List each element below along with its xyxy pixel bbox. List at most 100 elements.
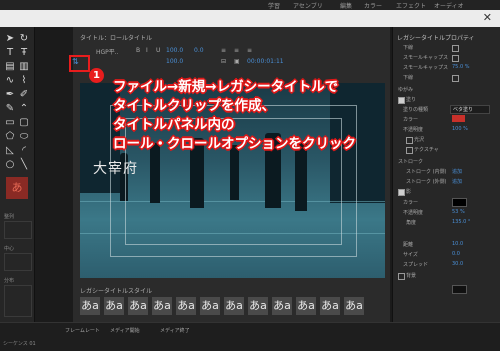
- style-sample[interactable]: あa: [296, 297, 316, 315]
- roll-crawl-options-icon[interactable]: ⇅: [72, 57, 79, 66]
- shadow-size-value[interactable]: 0.0: [452, 251, 460, 257]
- shadow-distance-value[interactable]: 10.0: [452, 241, 463, 247]
- prop-label: スモールキャップス: [403, 55, 449, 61]
- x-position-value[interactable]: 100.0: [166, 58, 183, 65]
- sequence-label: シーケンス 01: [3, 341, 36, 347]
- rectangle-tool-icon[interactable]: ▭: [4, 117, 16, 129]
- prop-label: スモールキャップス: [403, 65, 449, 71]
- type-tool-icon[interactable]: T: [4, 47, 16, 59]
- bold-icon[interactable]: B: [136, 47, 140, 54]
- tab-color[interactable]: カラー: [364, 1, 382, 10]
- fill-checkbox[interactable]: [398, 97, 405, 104]
- pen-tool-icon[interactable]: ✒: [4, 89, 16, 101]
- rounded-rect-tool-icon[interactable]: ▢: [18, 117, 30, 129]
- align-right-icon[interactable]: ≡: [247, 47, 252, 54]
- align-center-icon[interactable]: ≡: [234, 47, 239, 54]
- style-sample[interactable]: あa: [128, 297, 148, 315]
- step-badge: 1: [89, 68, 104, 83]
- tab-edit[interactable]: 編集: [340, 1, 352, 10]
- ellipse-tool-icon[interactable]: ○: [4, 159, 16, 171]
- show-background-icon[interactable]: ▣: [234, 58, 240, 65]
- close-icon[interactable]: ✕: [483, 11, 492, 24]
- path-type-tool-icon[interactable]: ∿: [4, 75, 16, 87]
- framerate-header[interactable]: フレームレート: [65, 327, 100, 334]
- area-type-tool-icon[interactable]: ▤: [4, 61, 16, 73]
- style-sample[interactable]: あa: [200, 297, 220, 315]
- style-sample[interactable]: あa: [320, 297, 340, 315]
- texture-checkbox[interactable]: [406, 147, 413, 154]
- convert-anchor-icon[interactable]: ⌃: [18, 103, 30, 115]
- font-size-value[interactable]: 100.0: [166, 47, 183, 54]
- shadow-checkbox[interactable]: [398, 189, 405, 196]
- prop-label: カラー: [403, 200, 419, 206]
- distribute-buttons[interactable]: [4, 285, 32, 317]
- style-sample[interactable]: あa: [224, 297, 244, 315]
- sheen-checkbox[interactable]: [406, 137, 413, 144]
- outer-stroke-add-link[interactable]: 追加: [452, 178, 462, 185]
- annotation-line: ロール・クロールオプションをクリック: [113, 136, 356, 152]
- prop-label: 光沢: [414, 137, 425, 143]
- selection-tool-icon[interactable]: ➤: [4, 33, 16, 45]
- align-left-icon[interactable]: ≡: [221, 47, 226, 54]
- style-sample[interactable]: あa: [104, 297, 124, 315]
- tab-assembly[interactable]: アセンブリ: [293, 1, 323, 10]
- tab-stops-icon[interactable]: ⊟: [221, 58, 226, 65]
- wedge-tool-icon[interactable]: ◺: [4, 145, 16, 157]
- underline-icon[interactable]: U: [156, 47, 160, 54]
- delete-anchor-icon[interactable]: ✐: [18, 89, 30, 101]
- small-caps-checkbox[interactable]: [452, 55, 459, 62]
- shadow-angle-value[interactable]: 135.0 °: [452, 219, 470, 225]
- style-sample[interactable]: あa: [152, 297, 172, 315]
- font-family-select[interactable]: HGP平..: [96, 47, 119, 56]
- style-sample[interactable]: あa: [248, 297, 268, 315]
- tab-effects[interactable]: エフェクト: [396, 1, 426, 10]
- fill-type-value: ベタ塗り: [453, 107, 474, 113]
- tracking-value[interactable]: 0.0: [194, 47, 204, 54]
- section-fill: 塗り: [406, 97, 417, 103]
- shadow-color-swatch[interactable]: [452, 198, 467, 207]
- background-checkbox[interactable]: [398, 273, 405, 280]
- fill-color-swatch[interactable]: [452, 115, 465, 122]
- prop-label: 下線: [403, 45, 414, 51]
- tab-audio[interactable]: オーディオ: [434, 1, 464, 10]
- timecode-value[interactable]: 00:00:01:11: [247, 58, 284, 65]
- style-sample[interactable]: あa: [272, 297, 292, 315]
- media-end-header[interactable]: メディア終了: [160, 327, 190, 334]
- media-start-header[interactable]: メディア開始: [110, 327, 140, 334]
- italic-icon[interactable]: I: [146, 47, 148, 54]
- tab-learn[interactable]: 学習: [268, 1, 280, 10]
- workspace-bar: 学習 アセンブリ 編集 カラー エフェクト オーディオ: [0, 0, 500, 10]
- underline-checkbox[interactable]: [452, 45, 459, 52]
- window-titlebar: [0, 10, 500, 27]
- inner-stroke-add-link[interactable]: 追加: [452, 168, 462, 175]
- prop-label: 塗りの種類: [403, 107, 429, 113]
- underline2-checkbox[interactable]: [452, 75, 459, 82]
- tools-panel: ➤ ↻ T Ŧ ▤ ▥ ∿ ⌇ ✒ ✐ ✎ ⌃ ▭ ▢ ⬠ ⬭ ◺ ◜ ○ ╲ …: [0, 27, 35, 322]
- clipped-corner-tool-icon[interactable]: ⬠: [4, 131, 16, 143]
- prop-label: スプレッド: [403, 262, 429, 268]
- vertical-type-tool-icon[interactable]: Ŧ: [18, 47, 30, 59]
- style-sample[interactable]: あa: [176, 297, 196, 315]
- arc-tool-icon[interactable]: ◜: [18, 145, 30, 157]
- add-anchor-icon[interactable]: ✎: [4, 103, 16, 115]
- shadow-spread-value[interactable]: 30.0: [452, 261, 463, 267]
- small-caps-size-value[interactable]: 75.0 %: [452, 64, 469, 70]
- background-color-swatch[interactable]: [452, 285, 467, 294]
- style-sample[interactable]: あa: [344, 297, 364, 315]
- style-sample[interactable]: あa: [80, 297, 100, 315]
- prop-label: 距離: [403, 242, 414, 248]
- canvas-title-text[interactable]: 大宰府: [93, 158, 138, 178]
- rotate-tool-icon[interactable]: ↻: [18, 33, 30, 45]
- fill-opacity-value[interactable]: 100 %: [452, 126, 468, 132]
- prop-label: テクスチャ: [414, 147, 439, 153]
- prop-label: 角度: [406, 220, 417, 226]
- vertical-path-type-icon[interactable]: ⌇: [18, 75, 30, 87]
- line-tool-icon[interactable]: ╲: [18, 159, 30, 171]
- align-buttons[interactable]: [4, 221, 32, 239]
- section-stroke[interactable]: ストローク: [398, 158, 423, 165]
- shadow-opacity-value[interactable]: 53 %: [452, 209, 465, 215]
- center-buttons[interactable]: [4, 253, 32, 271]
- section-distort[interactable]: ゆがみ: [398, 86, 413, 93]
- vertical-area-type-icon[interactable]: ▥: [18, 61, 30, 73]
- rounded-corner-tool-icon[interactable]: ⬭: [18, 131, 30, 143]
